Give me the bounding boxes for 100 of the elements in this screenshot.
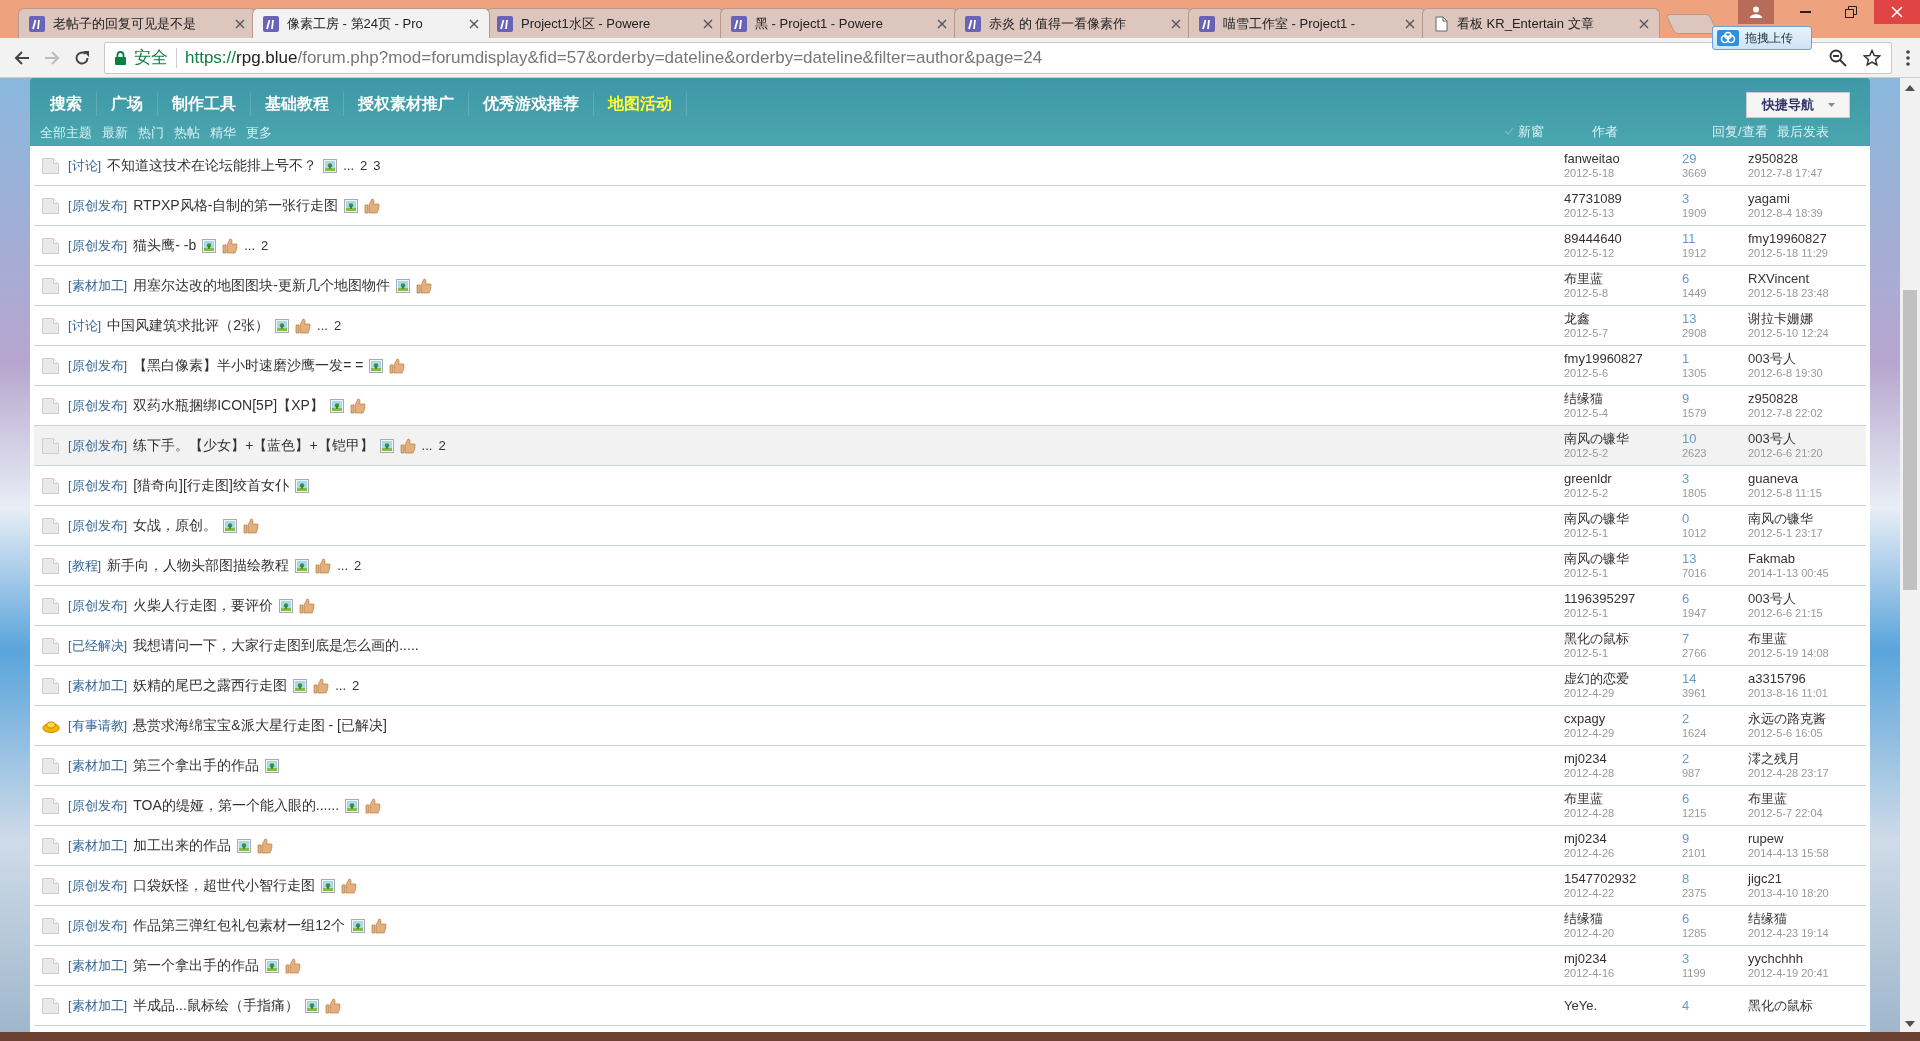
thread-title-link[interactable]: 练下手。【少女】+【蓝色】+【铠甲】 bbox=[133, 435, 374, 456]
thread-title-link[interactable]: 不知道这技术在论坛能排上号不？ bbox=[107, 155, 318, 176]
page-link[interactable]: 2 bbox=[352, 675, 360, 696]
author-link[interactable]: 布里蓝 bbox=[1564, 270, 1682, 286]
upload-button[interactable]: 拖拽上传 bbox=[1712, 26, 1812, 50]
scroll-up-icon[interactable] bbox=[1905, 84, 1915, 92]
thread-title-link[interactable]: 猫头鹰- -b bbox=[133, 235, 197, 256]
thread-title-link[interactable]: 第三个拿出手的作品 bbox=[133, 755, 260, 776]
category-link[interactable]: [讨论] bbox=[68, 315, 102, 336]
category-link[interactable]: [素材加工] bbox=[68, 995, 128, 1016]
last-poster-link[interactable]: rupew bbox=[1748, 830, 1866, 846]
thread-row[interactable]: [原创发布] TOA的缇娅，第一个能入眼的...... 布里蓝 2012-4-28 6 1215 布里蓝 2012-5-7 22:04 bbox=[34, 786, 1866, 826]
thread-title-link[interactable]: [猎奇向][行走图]绞首女仆 bbox=[133, 475, 289, 496]
thread-row[interactable]: [素材加工] 妖精的尾巴之露西行走图 ... 2 虚幻的恋爱 2012-4-29 14 3961 a3315796 2013-8-16 11:01 bbox=[34, 666, 1866, 706]
thread-title-link[interactable]: 口袋妖怪，超世代小智行走图 bbox=[133, 875, 316, 896]
close-icon[interactable] bbox=[937, 18, 947, 29]
thread-row[interactable]: [原创发布] 火柴人行走图，要评价 1196395297 2012-5-1 6 1947 003号人 2012-6-6 21:15 bbox=[34, 586, 1866, 626]
thread-title-link[interactable]: 作品第三弹红包礼包素材一组12个 bbox=[133, 915, 345, 936]
category-link[interactable]: [原创发布] bbox=[68, 235, 128, 256]
last-poster-link[interactable]: 布里蓝 bbox=[1748, 630, 1866, 646]
author-link[interactable]: 1196395297 bbox=[1564, 590, 1682, 606]
thread-row[interactable]: [素材加工] 用塞尔达改的地图图块-更新几个地图物件 布里蓝 2012-5-8 6 1449 RXVincent 2012-5-18 23:48 bbox=[34, 266, 1866, 306]
close-icon[interactable] bbox=[469, 18, 479, 29]
last-poster-link[interactable]: 永远の路克酱 bbox=[1748, 710, 1866, 726]
author-link[interactable]: 龙鑫 bbox=[1564, 310, 1682, 326]
browser-tab[interactable]: 看板 KR_Entertain 文章 bbox=[1422, 8, 1660, 38]
last-poster-link[interactable]: a3315796 bbox=[1748, 670, 1866, 686]
last-poster-link[interactable]: 南风の镰华 bbox=[1748, 510, 1866, 526]
thread-row[interactable]: [原创发布] 猫头鹰- -b ... 2 89444640 2012-5-12 11 1912 fmy19960827 2012-5-18 11:29 bbox=[34, 226, 1866, 266]
close-icon[interactable] bbox=[1171, 18, 1181, 29]
author-link[interactable]: mj0234 bbox=[1564, 750, 1682, 766]
thread-title-link[interactable]: 妖精的尾巴之露西行走图 bbox=[133, 675, 288, 696]
author-link[interactable]: mj0234 bbox=[1564, 830, 1682, 846]
profile-button[interactable] bbox=[1738, 0, 1774, 24]
thread-title-link[interactable]: 加工出来的作品 bbox=[133, 835, 232, 856]
thread-title-link[interactable]: 双药水瓶捆绑ICON[5P]【XP】 bbox=[133, 395, 324, 416]
zoom-out-icon[interactable] bbox=[1829, 48, 1847, 67]
author-link[interactable]: 结缘猫 bbox=[1564, 910, 1682, 926]
category-link[interactable]: [素材加工] bbox=[68, 275, 128, 296]
category-link[interactable]: [原创发布] bbox=[68, 475, 128, 496]
thread-title-link[interactable]: 悬赏求海绵宝宝&派大星行走图 - [已解决] bbox=[133, 715, 387, 736]
category-link[interactable]: [原创发布] bbox=[68, 435, 128, 456]
author-link[interactable]: cxpagy bbox=[1564, 710, 1682, 726]
thread-row[interactable]: [素材加工] 加工出来的作品 mj0234 2012-4-26 9 2101 rupew 2014-4-13 15:58 bbox=[34, 826, 1866, 866]
author-link[interactable]: 布里蓝 bbox=[1564, 790, 1682, 806]
category-link[interactable]: [原创发布] bbox=[68, 875, 128, 896]
thread-title-link[interactable]: 火柴人行走图，要评价 bbox=[133, 595, 274, 616]
back-arrow-icon[interactable] bbox=[14, 49, 30, 66]
category-link[interactable]: [讨论] bbox=[68, 155, 102, 176]
last-poster-link[interactable]: 黑化の鼠标 bbox=[1748, 998, 1866, 1013]
last-poster-link[interactable]: 澪之残月 bbox=[1748, 750, 1866, 766]
thread-title-link[interactable]: 中国风建筑求批评（2张） bbox=[107, 315, 270, 336]
author-link[interactable]: 结缘猫 bbox=[1564, 390, 1682, 406]
thread-row[interactable]: [讨论] 中国风建筑求批评（2张） ... 2 龙鑫 2012-5-7 13 2908 谢拉卡姗娜 2012-5-10 12:24 bbox=[34, 306, 1866, 346]
category-link[interactable]: [原创发布] bbox=[68, 395, 128, 416]
thread-row[interactable]: [教程] 新手向，人物头部图描绘教程 ... 2 南风の镰华 2012-5-1 13 7016 Fakmab 2014-1-13 00:45 bbox=[34, 546, 1866, 586]
last-poster-link[interactable]: 谢拉卡姗娜 bbox=[1748, 310, 1866, 326]
category-link[interactable]: [素材加工] bbox=[68, 955, 128, 976]
author-link[interactable]: 89444640 bbox=[1564, 230, 1682, 246]
category-link[interactable]: [原创发布] bbox=[68, 915, 128, 936]
close-icon[interactable] bbox=[1405, 18, 1415, 29]
close-icon[interactable] bbox=[703, 18, 713, 29]
author-link[interactable]: 黑化の鼠标 bbox=[1564, 630, 1682, 646]
page-link[interactable]: 2 bbox=[354, 555, 362, 576]
category-link[interactable]: [原创发布] bbox=[68, 355, 128, 376]
last-poster-link[interactable]: z950828 bbox=[1748, 150, 1866, 166]
author-link[interactable]: 南风の镰华 bbox=[1564, 430, 1682, 446]
thread-title-link[interactable]: 新手向，人物头部图描绘教程 bbox=[107, 555, 290, 576]
close-icon[interactable] bbox=[235, 18, 245, 29]
author-link[interactable]: mj0234 bbox=[1564, 950, 1682, 966]
last-poster-link[interactable]: 003号人 bbox=[1748, 350, 1866, 366]
category-link[interactable]: [素材加工] bbox=[68, 675, 128, 696]
last-poster-link[interactable]: jigc21 bbox=[1748, 870, 1866, 886]
page-link[interactable]: 2 bbox=[261, 235, 269, 256]
thread-row[interactable]: [原创发布] 练下手。【少女】+【蓝色】+【铠甲】 ... 2 南风の镰华 2012-5-2 10 2623 003号人 2012-6-6 21:20 bbox=[34, 426, 1866, 466]
menu-icon[interactable] bbox=[1906, 49, 1910, 66]
last-poster-link[interactable]: yagami bbox=[1748, 190, 1866, 206]
thread-row[interactable]: [原创发布] 作品第三弹红包礼包素材一组12个 结缘猫 2012-4-20 6 1285 结缘猫 2012-4-23 19:14 bbox=[34, 906, 1866, 946]
category-link[interactable]: [有事请教] bbox=[68, 715, 128, 736]
author-link[interactable]: YeYe. bbox=[1564, 998, 1682, 1013]
category-link[interactable]: [素材加工] bbox=[68, 755, 128, 776]
author-link[interactable]: greenldr bbox=[1564, 470, 1682, 486]
author-link[interactable]: 南风の镰华 bbox=[1564, 510, 1682, 526]
close-icon[interactable] bbox=[1639, 18, 1649, 29]
page-link[interactable]: 2 bbox=[360, 155, 368, 176]
last-poster-link[interactable]: 结缘猫 bbox=[1748, 910, 1866, 926]
thread-title-link[interactable]: 【黑白像素】半小时速磨沙鹰一发= = bbox=[133, 355, 364, 376]
last-poster-link[interactable]: yychchhh bbox=[1748, 950, 1866, 966]
page-link[interactable]: 2 bbox=[438, 435, 446, 456]
thread-row[interactable]: [已经解决] 我想请问一下，大家行走图到底是怎么画的..... 黑化の鼠标 2012-5-1 7 2766 布里蓝 2012-5-19 14:08 bbox=[34, 626, 1866, 666]
page-link[interactable]: 3 bbox=[373, 155, 381, 176]
thread-row[interactable]: [素材加工] 半成品...鼠标绘（手指痛） YeYe. 4 黑化の鼠标 bbox=[34, 986, 1866, 1026]
browser-tab[interactable]: 像素工房 - 第24页 - Pro bbox=[252, 8, 490, 38]
last-poster-link[interactable]: Fakmab bbox=[1748, 550, 1866, 566]
thread-row[interactable]: [素材加工] 第一个拿出手的作品 mj0234 2012-4-16 3 1199 yychchhh 2012-4-19 20:41 bbox=[34, 946, 1866, 986]
thread-row[interactable]: [原创发布] RTPXP风格-自制的第一张行走图 47731089 2012-5-13 3 1909 yagami 2012-8-4 18:39 bbox=[34, 186, 1866, 226]
scrollbar[interactable] bbox=[1900, 78, 1920, 1032]
last-poster-link[interactable]: 布里蓝 bbox=[1748, 790, 1866, 806]
thread-title-link[interactable]: 第一个拿出手的作品 bbox=[133, 955, 260, 976]
thread-row[interactable]: [原创发布] [猎奇向][行走图]绞首女仆 greenldr 2012-5-2 3 1805 guaneva 2012-5-8 11:15 bbox=[34, 466, 1866, 506]
